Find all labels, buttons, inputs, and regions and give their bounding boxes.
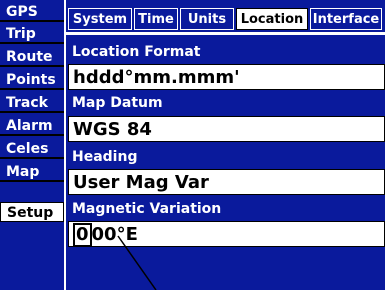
- sidebar-item-label: Track: [6, 95, 48, 111]
- sidebar-item-setup[interactable]: Setup: [0, 202, 64, 222]
- sidebar-item-map[interactable]: Map: [0, 162, 64, 182]
- sidebar-item-label: Route: [6, 49, 53, 65]
- sidebar-item-label: Alarm: [6, 118, 53, 134]
- setup-panel: System Time Units Location Interface Loc…: [66, 0, 385, 290]
- location-format-field[interactable]: hddd°mm.mmm': [68, 64, 385, 90]
- sidebar-item-label: Trip: [6, 26, 36, 42]
- tab-divider: [66, 32, 385, 35]
- sidebar-item-track[interactable]: Track: [0, 93, 64, 113]
- tab-bar: System Time Units Location Interface: [66, 8, 385, 32]
- tab-time[interactable]: Time: [134, 8, 178, 30]
- sidebar-menu: GPS Trip Route Points Track Alarm Celes …: [0, 0, 64, 290]
- edit-cursor[interactable]: 0: [73, 223, 92, 247]
- map-datum-label: Map Datum: [72, 95, 163, 111]
- sidebar-item-route[interactable]: Route: [0, 47, 64, 67]
- heading-label: Heading: [72, 149, 138, 165]
- sidebar-item-gps[interactable]: GPS: [0, 2, 64, 22]
- tab-interface[interactable]: Interface: [310, 8, 382, 30]
- map-datum-field[interactable]: WGS 84: [68, 116, 385, 142]
- tab-location[interactable]: Location: [236, 8, 308, 30]
- magnetic-variation-value: 00°E: [91, 224, 138, 245]
- heading-field[interactable]: User Mag Var: [68, 169, 385, 195]
- magnetic-variation-label: Magnetic Variation: [72, 201, 222, 217]
- sidebar-item-label: Points: [6, 72, 56, 88]
- sidebar-item-alarm[interactable]: Alarm: [0, 116, 64, 136]
- gps-screen: GPS Trip Route Points Track Alarm Celes …: [0, 0, 385, 290]
- sidebar-item-label: Celes: [6, 141, 49, 157]
- sidebar-item-label: GPS: [6, 4, 38, 20]
- sidebar-item-trip[interactable]: Trip: [0, 24, 64, 44]
- magnetic-variation-field[interactable]: 0 00°E: [68, 221, 385, 247]
- sidebar-item-celes[interactable]: Celes: [0, 139, 64, 159]
- tab-units[interactable]: Units: [180, 8, 234, 30]
- location-format-label: Location Format: [72, 44, 201, 60]
- tab-system[interactable]: System: [68, 8, 132, 30]
- sidebar-item-label: Map: [6, 164, 40, 180]
- sidebar-item-label: Setup: [7, 205, 54, 221]
- sidebar-item-points[interactable]: Points: [0, 70, 64, 90]
